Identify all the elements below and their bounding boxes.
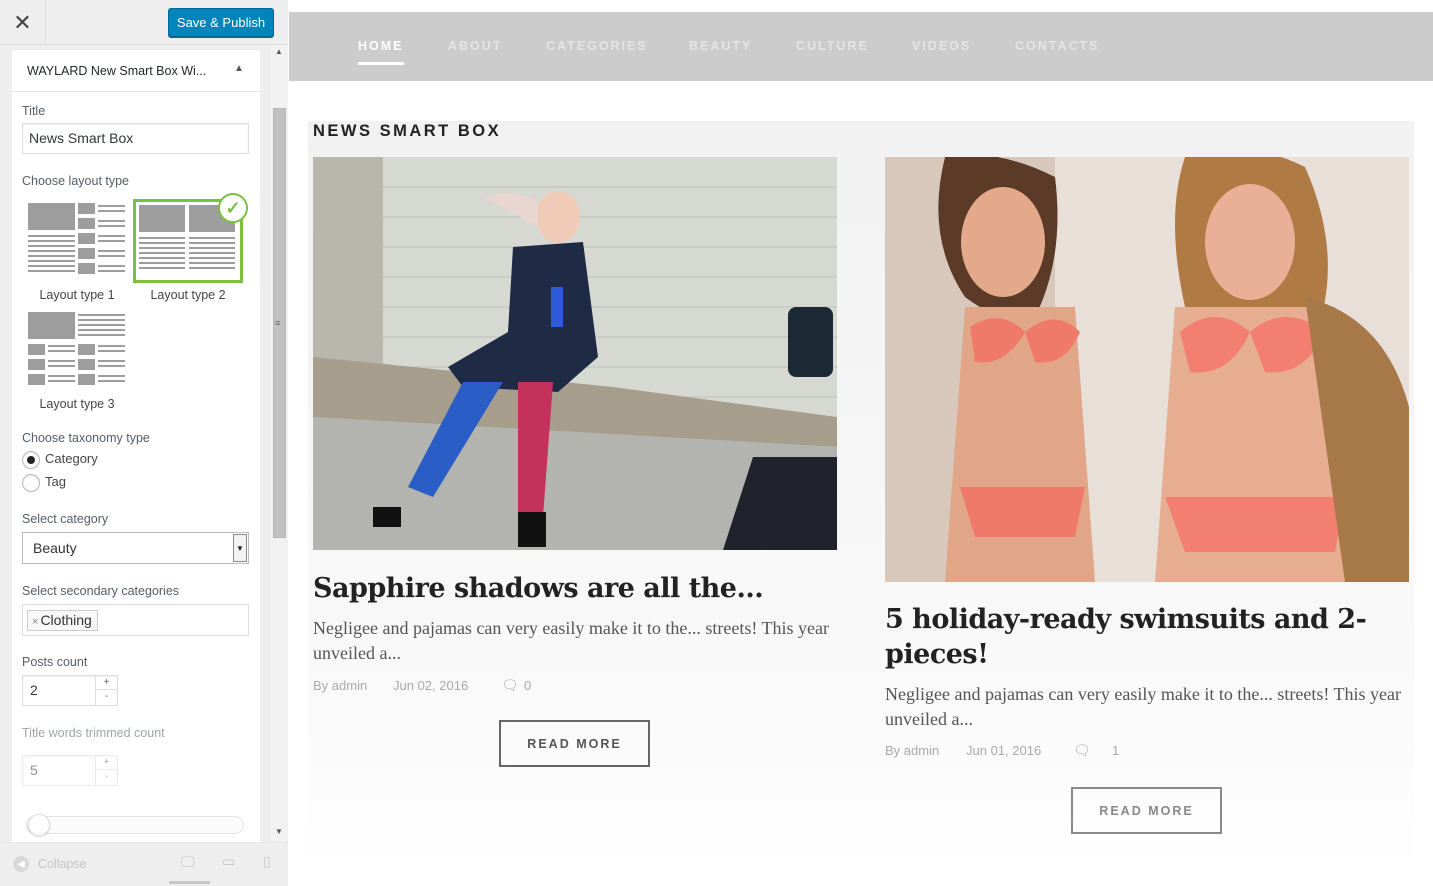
secondary-categories-input[interactable]: × Clothing [22, 604, 249, 636]
chip-label: Clothing [40, 612, 92, 628]
article-2-excerpt: Negligee and pajamas can very easily mak… [885, 684, 1401, 729]
article-1-image[interactable] [313, 157, 837, 550]
mobile-preview-icon[interactable]: ▯ [263, 853, 271, 870]
title-trim-stepper[interactable]: 5 + - [22, 755, 118, 786]
decrement-button[interactable]: - [96, 770, 117, 784]
posts-count-stepper[interactable]: 2 + - [22, 675, 118, 706]
layout-type-1-thumbnail[interactable] [28, 203, 138, 285]
article-2-title[interactable]: 5 holiday-ready swimsuits and 2-pieces! [885, 602, 1409, 672]
range-slider-thumb[interactable] [28, 814, 50, 836]
radio-category-label[interactable]: Category [45, 451, 98, 466]
taxonomy-type-label: Choose taxonomy type [22, 431, 150, 445]
comment-icon: 🗨 [501, 677, 519, 693]
category-select[interactable]: Beauty [22, 532, 249, 564]
layout-type-3-thumbnail[interactable] [28, 312, 138, 394]
scrollbar-grip-icon: ≡ [275, 318, 281, 328]
triangle-up-icon[interactable]: ▲ [234, 63, 244, 74]
posts-count-label: Posts count [22, 655, 88, 669]
nav-categories[interactable]: CATEGORIES [546, 39, 648, 53]
desktop-preview-icon[interactable]: 🖵 [181, 853, 195, 870]
title-trim-value[interactable]: 5 [30, 762, 38, 778]
customizer-header: ✕ Save & Publish [0, 0, 288, 45]
remove-chip-icon[interactable]: × [32, 616, 38, 628]
checkmark-icon: ✓ [218, 193, 248, 223]
posts-count-value[interactable]: 2 [30, 682, 38, 698]
layout-type-1-caption: Layout type 1 [39, 288, 115, 302]
nav-about[interactable]: ABOUT [448, 39, 502, 53]
title-label: Title [22, 104, 46, 118]
layout-type-2-caption: Layout type 2 [150, 288, 226, 302]
article-2-date: Jun 01, 2016 [966, 743, 1042, 758]
article-1-comments[interactable]: 0 [524, 678, 531, 693]
category-chip[interactable]: × Clothing [27, 610, 98, 631]
article-2-image[interactable] [885, 157, 1409, 582]
nav-contacts[interactable]: CONTACTS [1015, 39, 1100, 53]
tablet-preview-icon[interactable]: ▭ [222, 853, 235, 870]
select-category-label: Select category [22, 512, 109, 526]
title-trim-label: Title words trimmed count [22, 726, 165, 740]
article-2-read-more-button[interactable]: READ MORE [1071, 787, 1222, 834]
radio-tag-label[interactable]: Tag [45, 474, 66, 489]
increment-button[interactable]: + [96, 756, 117, 770]
article-1-excerpt: Negligee and pajamas can very easily mak… [313, 618, 829, 663]
scroll-up-arrow-icon[interactable]: ▲ [275, 47, 283, 56]
comment-icon: 🗨 [1073, 742, 1091, 758]
article-1-read-more-button[interactable]: READ MORE [499, 720, 650, 767]
article-2-comments[interactable]: 1 [1112, 743, 1119, 758]
article-1-date: Jun 02, 2016 [393, 678, 469, 693]
nav-active-underline [358, 62, 404, 65]
close-icon: ✕ [13, 9, 32, 35]
increment-button[interactable]: + [96, 676, 117, 690]
collapse-icon[interactable]: ◀ [13, 856, 29, 872]
nav-culture[interactable]: CULTURE [796, 39, 869, 53]
radio-tag[interactable] [22, 474, 40, 492]
article-1-author[interactable]: By admin [313, 678, 367, 693]
save-publish-button[interactable]: Save & Publish [168, 8, 274, 37]
radio-category[interactable] [22, 451, 40, 469]
title-input[interactable]: News Smart Box [22, 123, 249, 154]
active-device-indicator [169, 881, 210, 884]
widget-panel: WAYLARD New Smart Box Wi... ▲ Title News… [12, 50, 260, 842]
widget-section-header[interactable]: WAYLARD New Smart Box Wi... ▲ [12, 50, 260, 92]
secondary-categories-label: Select secondary categories [22, 584, 180, 598]
layout-type-3-caption: Layout type 3 [39, 397, 115, 411]
dropdown-arrow-icon[interactable]: ▼ [233, 534, 247, 562]
nav-beauty[interactable]: BEAUTY [689, 39, 752, 53]
layout-type-label: Choose layout type [22, 174, 130, 188]
range-slider-track[interactable] [26, 816, 244, 834]
widget-title: NEWS SMART BOX [313, 122, 502, 140]
widget-section-title: WAYLARD New Smart Box Wi... [27, 64, 207, 78]
article-2-author[interactable]: By admin [885, 743, 939, 758]
collapse-label[interactable]: Collapse [38, 857, 87, 871]
scroll-down-arrow-icon[interactable]: ▼ [275, 827, 283, 836]
nav-videos[interactable]: VIDEOS [912, 39, 971, 53]
nav-home[interactable]: HOME [358, 39, 404, 53]
close-customizer-button[interactable]: ✕ [0, 0, 46, 45]
decrement-button[interactable]: - [96, 690, 117, 704]
article-1-title[interactable]: Sapphire shadows are all the... [313, 571, 843, 606]
